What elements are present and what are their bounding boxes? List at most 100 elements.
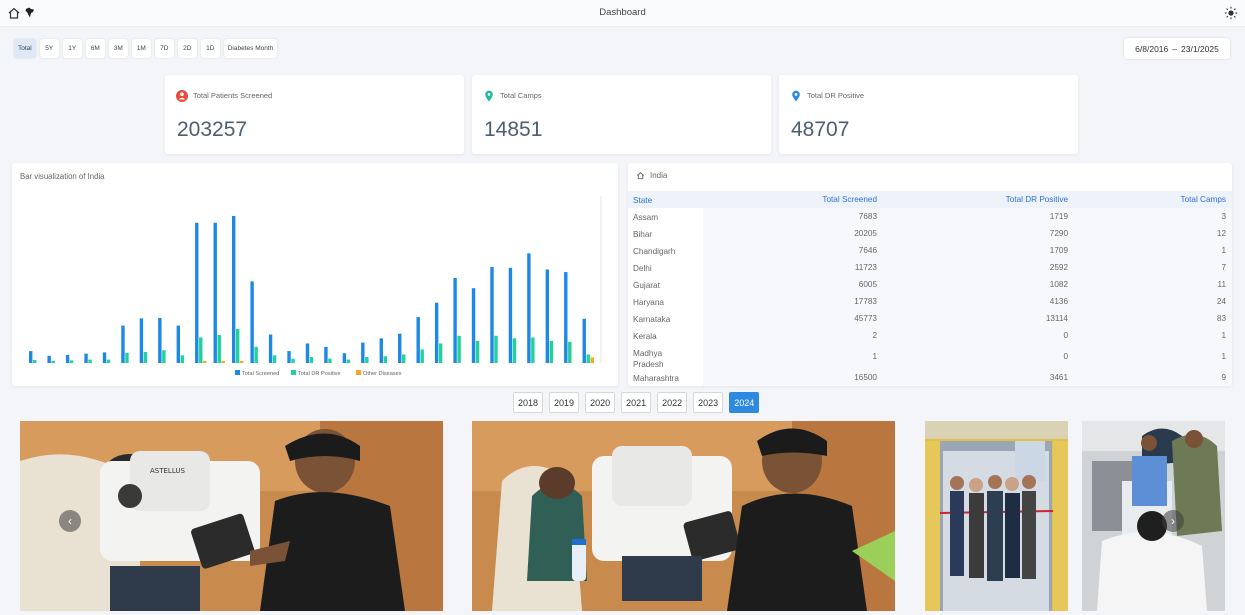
bar-total-screened[interactable] xyxy=(564,272,568,363)
bar-total-dr-positive[interactable] xyxy=(33,360,37,363)
bar-total-dr-positive[interactable] xyxy=(512,338,517,363)
bar-total-dr-positive[interactable] xyxy=(531,337,535,364)
legend-label[interactable]: Total DR Positive xyxy=(298,371,341,377)
header-state[interactable]: State xyxy=(633,195,693,206)
table-row[interactable]: Assam 7683 1719 3 xyxy=(628,208,1232,225)
table-row[interactable]: Bihar 20205 7290 12 xyxy=(628,225,1232,242)
range-3m-button[interactable]: 3M xyxy=(108,39,128,58)
bar-total-screened[interactable] xyxy=(47,355,51,363)
bar-total-dr-positive[interactable] xyxy=(180,355,185,363)
date-start[interactable]: 6/8/2016 xyxy=(1135,44,1168,54)
bar-total-screened[interactable] xyxy=(287,351,291,363)
bar-total-screened[interactable] xyxy=(453,278,457,363)
table-row[interactable]: Chandigarh 7646 1709 1 xyxy=(628,242,1232,259)
bar-total-dr-positive[interactable] xyxy=(438,343,443,363)
table-row[interactable]: Madhya Pradesh 1 0 1 xyxy=(628,344,1232,369)
bar-total-screened[interactable] xyxy=(545,269,550,364)
table-row[interactable]: Kerala 2 0 1 xyxy=(628,327,1232,344)
bar-total-screened[interactable] xyxy=(490,266,494,363)
bar-total-screened[interactable] xyxy=(65,354,70,363)
bar-total-dr-positive[interactable] xyxy=(88,359,92,363)
year-2023-button[interactable]: 2023 xyxy=(693,392,724,413)
bar-other-diseases[interactable] xyxy=(590,357,594,363)
table-row[interactable]: Delhi 11723 2592 7 xyxy=(628,259,1232,276)
bar-total-dr-positive[interactable] xyxy=(365,357,369,363)
header-total-camps[interactable]: Total Camps xyxy=(1180,195,1226,204)
bar-total-screened[interactable] xyxy=(398,333,402,363)
range-diabetes-month-button[interactable]: Diabetes Month xyxy=(223,39,278,58)
table-row[interactable]: Maharashtra 16500 3461 9 xyxy=(628,369,1232,386)
bar-total-screened[interactable] xyxy=(139,318,144,363)
bar-total-screened[interactable] xyxy=(102,352,107,363)
bar-total-screened[interactable] xyxy=(121,325,125,363)
year-2021-button[interactable]: 2021 xyxy=(621,392,652,413)
bar-total-screened[interactable] xyxy=(342,353,347,363)
range-1y-button[interactable]: 1Y xyxy=(62,39,82,58)
bar-total-dr-positive[interactable] xyxy=(272,355,277,363)
bar-total-dr-positive[interactable] xyxy=(309,357,314,363)
table-row[interactable]: Gujarat 6005 1082 11 xyxy=(628,276,1232,293)
bar-total-screened[interactable] xyxy=(434,302,439,363)
bar-other-diseases[interactable] xyxy=(203,360,207,363)
chevron-right-icon[interactable]: › xyxy=(1162,510,1184,532)
legend-label[interactable]: Total Screened xyxy=(242,371,279,377)
bar-total-dr-positive[interactable] xyxy=(106,359,111,363)
legend-label[interactable]: Other Diseases xyxy=(363,371,402,377)
range-7d-button[interactable]: 7D xyxy=(154,39,174,58)
bar-total-dr-positive[interactable] xyxy=(586,354,590,364)
bar-total-screened[interactable] xyxy=(84,353,88,363)
bar-total-dr-positive[interactable] xyxy=(549,340,554,363)
header-total-screened[interactable]: Total Screened xyxy=(822,195,877,204)
bar-other-diseases[interactable] xyxy=(221,360,225,363)
bar-total-dr-positive[interactable] xyxy=(235,329,240,363)
bar-total-screened[interactable] xyxy=(231,215,236,363)
year-2022-button[interactable]: 2022 xyxy=(657,392,688,413)
range-1d-button[interactable]: 1D xyxy=(200,39,220,58)
bar-total-screened[interactable] xyxy=(416,317,420,363)
table-row[interactable]: Karnataka 45773 13114 83 xyxy=(628,310,1232,327)
date-range-picker[interactable]: 6/8/2016 – 23/1/2025 xyxy=(1124,38,1230,59)
date-end[interactable]: 23/1/2025 xyxy=(1181,44,1219,54)
bar-total-dr-positive[interactable] xyxy=(420,349,424,363)
bar-total-dr-positive[interactable] xyxy=(217,334,221,363)
header-dr-positive[interactable]: Total DR Positive xyxy=(1006,195,1068,204)
table-row[interactable]: Haryana 17783 4136 24 xyxy=(628,293,1232,310)
bar-total-dr-positive[interactable] xyxy=(69,360,74,363)
range-6m-button[interactable]: 6M xyxy=(85,39,105,58)
bar-total-dr-positive[interactable] xyxy=(475,340,480,363)
bar-total-dr-positive[interactable] xyxy=(143,351,148,363)
bar-total-screened[interactable] xyxy=(582,318,586,363)
bar-total-dr-positive[interactable] xyxy=(328,358,332,363)
bar-total-screened[interactable] xyxy=(250,281,254,363)
year-2019-button[interactable]: 2019 xyxy=(549,392,580,413)
theme-toggle-icon[interactable] xyxy=(1224,6,1238,20)
bar-other-diseases[interactable] xyxy=(239,360,244,363)
range-total-button[interactable]: Total xyxy=(14,39,36,58)
range-5y-button[interactable]: 5Y xyxy=(39,39,59,58)
bar-total-screened[interactable] xyxy=(213,222,217,363)
bar-total-screened[interactable] xyxy=(379,338,383,363)
bar-total-screened[interactable] xyxy=(361,342,365,363)
bar-total-dr-positive[interactable] xyxy=(162,350,166,363)
bar-total-screened[interactable] xyxy=(176,325,181,363)
range-2d-button[interactable]: 2D xyxy=(177,39,197,58)
bar-total-dr-positive[interactable] xyxy=(383,356,387,363)
bar-total-dr-positive[interactable] xyxy=(199,337,203,364)
bar-total-screened[interactable] xyxy=(471,288,476,363)
bar-total-screened[interactable] xyxy=(508,267,513,363)
year-2024-button[interactable]: 2024 xyxy=(729,392,760,413)
bar-total-dr-positive[interactable] xyxy=(125,352,129,363)
bar-total-dr-positive[interactable] xyxy=(51,360,55,363)
range-1m-button[interactable]: 1M xyxy=(131,39,151,58)
bar-total-dr-positive[interactable] xyxy=(254,346,258,363)
year-2020-button[interactable]: 2020 xyxy=(585,392,616,413)
bar-total-screened[interactable] xyxy=(158,317,162,363)
bar-total-screened[interactable] xyxy=(527,253,531,363)
bar-total-screened[interactable] xyxy=(195,222,199,363)
year-2018-button[interactable]: 2018 xyxy=(513,392,544,413)
bar-total-dr-positive[interactable] xyxy=(457,335,461,363)
bar-total-dr-positive[interactable] xyxy=(346,359,351,363)
bar-total-dr-positive[interactable] xyxy=(402,354,406,364)
bar-total-dr-positive[interactable] xyxy=(494,335,498,363)
bar-total-screened[interactable] xyxy=(324,346,328,363)
